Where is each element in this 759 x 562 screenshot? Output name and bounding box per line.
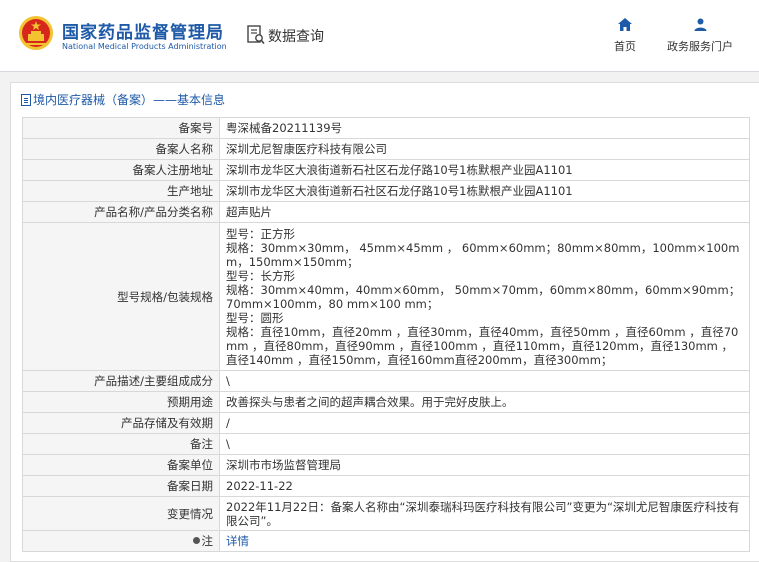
field-label: 产品名称/产品分类名称 [22,201,220,223]
field-label: 备案号 [22,117,220,139]
table-row: 备注 \ [22,433,750,455]
field-label: 产品描述/主要组成成分 [22,370,220,392]
field-label: 备案人名称 [22,138,220,160]
field-value: 超声贴片 [219,201,750,223]
site-name-cn: 国家药品监督管理局 [62,23,224,43]
site-name-en: National Medical Products Administration [62,42,227,51]
table-row: 备案人注册地址 深圳市龙华区大浪街道新石社区石龙仔路10号1栋默根产业园A110… [22,159,750,181]
spec-line: 型号：正方形 [226,226,295,241]
table-row: 产品描述/主要组成成分 \ [22,370,750,392]
table-row: 型号规格/包装规格 型号：正方形 规格：30mm×30mm， 45mm×45mm… [22,222,750,371]
record-detail-table: 备案号 粤深械备20211139号 备案人名称 深圳尤尼智康医疗科技有限公司 备… [22,117,750,552]
field-label: 生产地址 [22,180,220,202]
table-row: 预期用途 改善探头与患者之间的超声耦合效果。用于完好皮肤上。 [22,391,750,413]
breadcrumb-current: 基本信息 [177,93,226,107]
nav-service-label: 政务服务门户 [667,40,733,53]
breadcrumb-parent[interactable]: 境内医疗器械（备案） [33,93,153,107]
field-value: 型号：正方形 规格：30mm×30mm， 45mm×45mm ， 60mm×60… [219,222,750,371]
details-link[interactable]: 详情 [226,534,249,548]
table-row: 产品存储及有效期 / [22,412,750,434]
field-value: \ [219,433,750,455]
nav-home-label: 首页 [614,40,636,53]
field-value: 深圳市龙华区大浪街道新石社区石龙仔路10号1栋默根产业园A1101 [219,180,750,202]
pin-icon [192,537,200,544]
field-value: 深圳尤尼智康医疗科技有限公司 [219,138,750,160]
note-label: 注 [201,534,214,548]
field-value: 详情 [219,530,750,552]
table-row: 备案号 粤深械备20211139号 [22,117,750,139]
field-value: 2022-11-22 [219,475,750,497]
field-value: 粤深械备20211139号 [219,117,750,139]
field-label: 产品存储及有效期 [22,412,220,434]
field-value: 深圳市市场监督管理局 [219,454,750,476]
field-label: 注 [22,530,220,552]
field-label: 预期用途 [22,391,220,413]
home-icon [618,18,632,31]
table-row: 备案单位 深圳市市场监督管理局 [22,454,750,476]
site-header: 国家药品监督管理局 National Medical Products Admi… [0,0,759,72]
field-value: 2022年11月22日：备案人名称由“深圳泰瑞科玛医疗科技有限公司”变更为“深圳… [219,496,750,531]
breadcrumb-separator: —— [153,93,178,107]
breadcrumb: 境内医疗器械（备案）——基本信息 [21,91,225,108]
table-row: 备案日期 2022-11-22 [22,475,750,497]
user-icon [694,18,706,31]
field-value: \ [219,370,750,392]
spec-line: 型号：圆形 [226,310,284,325]
field-value: 深圳市龙华区大浪街道新石社区石龙仔路10号1栋默根产业园A1101 [219,159,750,181]
spec-line: 规格：30mm×40mm，40mm×60mm， 50mm×70mm，60mm×8… [226,282,741,311]
field-label: 变更情况 [22,496,220,531]
table-row: 产品名称/产品分类名称 超声贴片 [22,201,750,223]
national-emblem-icon [19,16,53,50]
spec-line: 规格：直径10mm，直径20mm ，直径30mm，直径40mm，直径50mm ，… [226,324,739,367]
section-title: 数据查询 [268,29,324,45]
field-value: / [219,412,750,434]
field-label: 备案日期 [22,475,220,497]
spec-line: 规格：30mm×30mm， 45mm×45mm ， 60mm×60mm；80mm… [226,240,740,269]
spec-line: 型号：长方形 [226,268,295,283]
field-label: 型号规格/包装规格 [22,222,220,371]
document-icon [21,94,31,106]
field-label: 备案单位 [22,454,220,476]
table-row: 变更情况 2022年11月22日：备案人名称由“深圳泰瑞科玛医疗科技有限公司”变… [22,496,750,531]
table-row: 生产地址 深圳市龙华区大浪街道新石社区石龙仔路10号1栋默根产业园A1101 [22,180,750,202]
table-row: 备案人名称 深圳尤尼智康医疗科技有限公司 [22,138,750,160]
field-label: 备案人注册地址 [22,159,220,181]
table-row: 注 详情 [22,530,750,552]
field-label: 备注 [22,433,220,455]
nav-home-link[interactable]: 首页 [610,18,640,54]
data-query-icon [247,25,265,45]
field-value: 改善探头与患者之间的超声耦合效果。用于完好皮肤上。 [219,391,750,413]
nav-service-portal-link[interactable]: 政务服务门户 [660,18,740,54]
